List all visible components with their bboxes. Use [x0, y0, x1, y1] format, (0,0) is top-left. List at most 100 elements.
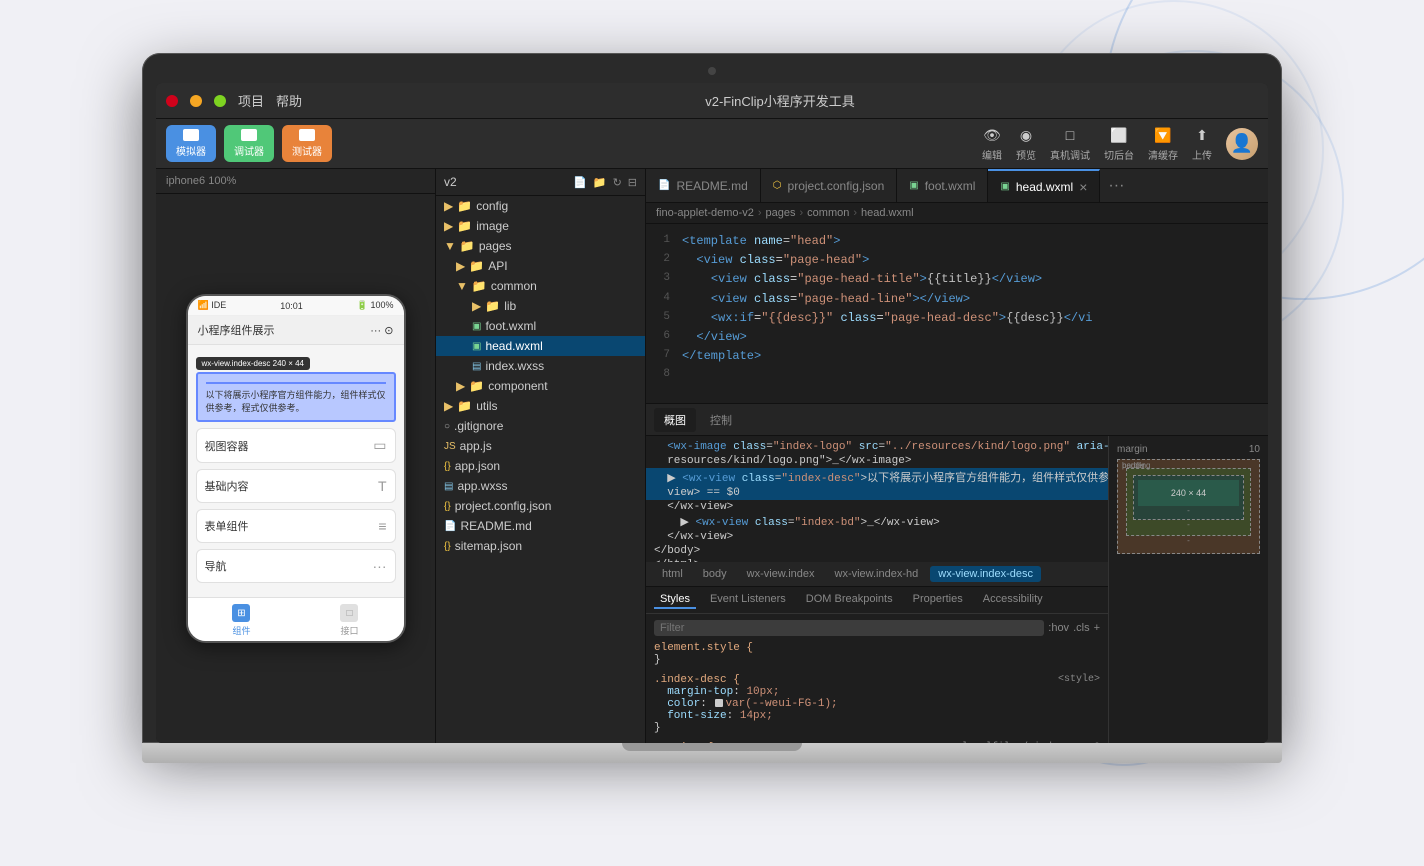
devtools-tab-overview[interactable]: 概图: [654, 408, 696, 432]
tree-item-name-gitignore: .gitignore: [454, 419, 503, 433]
elem-tab-wx-view-hd[interactable]: wx-view.index-hd: [827, 566, 927, 582]
code-line-1: 1 <template name="head">: [646, 232, 1268, 251]
tree-item-project-config[interactable]: {} project.config.json: [436, 496, 645, 516]
tab-project-config[interactable]: ⬡ project.config.json: [761, 169, 897, 202]
style-pseudo-hover[interactable]: :hov: [1048, 622, 1069, 634]
edit-label: 编辑: [982, 147, 1002, 162]
tab-foot-wxml[interactable]: ▣ foot.wxml: [897, 169, 988, 202]
tree-item-config[interactable]: ▶ 📁 config: [436, 196, 645, 216]
tree-item-app-json[interactable]: {} app.json: [436, 456, 645, 476]
menu-help[interactable]: 帮助: [276, 91, 302, 110]
laptop-screen: 项目 帮助 v2-FinClip小程序开发工具 模拟器: [156, 83, 1268, 743]
breadcrumb-common: common: [807, 207, 849, 219]
tree-item-app-wxss[interactable]: ▤ app.wxss: [436, 476, 645, 496]
device-icon: □: [1060, 125, 1080, 145]
toolbar-cut-btn[interactable]: ⬜ 切后台: [1104, 125, 1134, 162]
upload-icon: ⬆: [1192, 125, 1212, 145]
styles-tab-access[interactable]: Accessibility: [977, 591, 1049, 609]
toolbar-device-btn[interactable]: □ 真机调试: [1050, 125, 1090, 162]
tree-item-pages[interactable]: ▼ 📁 pages: [436, 236, 645, 256]
file-icon-app-wxss: ▤: [444, 481, 453, 492]
styles-tab-props[interactable]: Properties: [907, 591, 969, 609]
nav-components-icon: ⊞: [232, 604, 250, 622]
toolbar-clear-btn[interactable]: 🔽 清缓存: [1148, 125, 1178, 162]
toolbar-edit-btn[interactable]: 👁 编辑: [982, 125, 1002, 162]
code-area[interactable]: 1 <template name="head"> 2 <view class="…: [646, 224, 1268, 403]
phone-status-bar: 📶 IDE 10:01 🔋 100%: [188, 296, 404, 316]
tree-item-gitignore[interactable]: ○ .gitignore: [436, 416, 645, 436]
tree-item-app-js[interactable]: JS app.js: [436, 436, 645, 456]
styles-tab-event[interactable]: Event Listeners: [704, 591, 792, 609]
elem-tab-html[interactable]: html: [654, 566, 691, 582]
file-folder-icon[interactable]: 📁: [593, 176, 607, 189]
tree-item-head-wxml[interactable]: ▣ head.wxml: [436, 336, 645, 356]
mode-bar: 模拟器 调试器 测试器 👁: [156, 119, 1268, 169]
tree-item-foot-wxml[interactable]: ▣ foot.wxml: [436, 316, 645, 336]
mode-debug-button[interactable]: 调试器: [224, 125, 274, 162]
line-num-5: 5: [646, 309, 682, 327]
tree-item-readme[interactable]: 📄 README.md: [436, 516, 645, 536]
phone-component-表单组件[interactable]: 表单组件 ≡: [196, 509, 396, 543]
tree-item-component[interactable]: ▶ 📁 component: [436, 376, 645, 396]
style-filter-input[interactable]: [654, 620, 1044, 636]
file-refresh-icon[interactable]: ↻: [613, 176, 622, 189]
tab-readme[interactable]: 📄 README.md: [646, 169, 761, 202]
tree-item-sitemap[interactable]: {} sitemap.json: [436, 536, 645, 556]
tree-item-utils[interactable]: ▶ 📁 utils: [436, 396, 645, 416]
tree-item-common[interactable]: ▼ 📁 common: [436, 276, 645, 296]
tab-bar: 📄 README.md ⬡ project.config.json ▣ foot…: [646, 169, 1268, 203]
style-pseudo-cls[interactable]: .cls: [1073, 622, 1090, 634]
file-new-icon[interactable]: 📄: [573, 176, 587, 189]
window-minimize-button[interactable]: [190, 95, 202, 107]
line-num-7: 7: [646, 347, 682, 365]
elem-tab-wx-view-desc[interactable]: wx-view.index-desc: [930, 566, 1041, 582]
avatar[interactable]: 👤: [1226, 128, 1258, 160]
code-line-4: 4 <view class="page-head-line"></view>: [646, 290, 1268, 309]
window-maximize-button[interactable]: [214, 95, 226, 107]
styles-tab-styles[interactable]: Styles: [654, 591, 696, 609]
phone-panel: iphone6 100% 📶 IDE 10:01 🔋 100%: [156, 169, 436, 743]
elem-tab-wx-view-index[interactable]: wx-view.index: [739, 566, 823, 582]
phone-nav-interface[interactable]: □ 接口: [340, 604, 358, 637]
title-bar-left: 项目 帮助: [166, 91, 302, 110]
styles-tab-dom[interactable]: DOM Breakpoints: [800, 591, 899, 609]
tab-head-wxml[interactable]: ▣ head.wxml ×: [988, 169, 1100, 202]
phone-label: iphone6 100%: [156, 169, 435, 194]
mode-test-button[interactable]: 测试器: [282, 125, 332, 162]
box-border-label: padding: [1122, 461, 1150, 470]
simulate-icon: [183, 129, 199, 141]
tree-item-api[interactable]: ▶ 📁 API: [436, 256, 645, 276]
preview-icon: ◉: [1016, 125, 1036, 145]
tab-head-wxml-close[interactable]: ×: [1079, 180, 1087, 194]
mode-simulate-button[interactable]: 模拟器: [166, 125, 216, 162]
phone-nav-components[interactable]: ⊞ 组件: [232, 604, 250, 637]
menu-project[interactable]: 项目: [238, 91, 264, 110]
phone-highlight-container: wx-view.index-desc 240 × 44 以下将展示小程序官方组件…: [196, 353, 396, 422]
folder-icon-utils: 📁: [457, 399, 472, 413]
file-collapse-icon[interactable]: ⊟: [628, 176, 637, 189]
code-line-8: 8: [646, 366, 1268, 384]
simulate-label: 模拟器: [176, 143, 206, 158]
phone-time: 10:01: [280, 301, 303, 311]
phone-component-导航[interactable]: 导航 ···: [196, 549, 396, 583]
tab-more-button[interactable]: ···: [1100, 177, 1132, 195]
elem-tab-body[interactable]: body: [695, 566, 735, 582]
tree-item-lib[interactable]: ▶ 📁 lib: [436, 296, 645, 316]
phone-content: wx-view.index-desc 240 × 44 以下将展示小程序官方组件…: [188, 345, 404, 597]
box-margin: border padding 240 × 44 -: [1117, 459, 1260, 554]
line-num-1: 1: [646, 232, 682, 250]
tree-item-name-common: common: [491, 279, 537, 293]
laptop-shell: 项目 帮助 v2-FinClip小程序开发工具 模拟器: [142, 53, 1282, 813]
phone-component-基础内容[interactable]: 基础内容 T: [196, 469, 396, 503]
phone-component-视图容器[interactable]: 视图容器 ▭: [196, 428, 396, 463]
devtools-dom[interactable]: <wx-image class="index-logo" src="../res…: [646, 436, 1108, 562]
style-add[interactable]: +: [1094, 622, 1100, 634]
devtools-tab-control[interactable]: 控制: [700, 408, 742, 432]
toolbar-upload-btn[interactable]: ⬆ 上传: [1192, 125, 1212, 162]
nav-interface-icon: □: [340, 604, 358, 622]
tree-item-index-wxss[interactable]: ▤ index.wxss: [436, 356, 645, 376]
laptop-camera: [708, 67, 716, 75]
toolbar-preview-btn[interactable]: ◉ 预览: [1016, 125, 1036, 162]
tree-item-image[interactable]: ▶ 📁 image: [436, 216, 645, 236]
window-close-button[interactable]: [166, 95, 178, 107]
